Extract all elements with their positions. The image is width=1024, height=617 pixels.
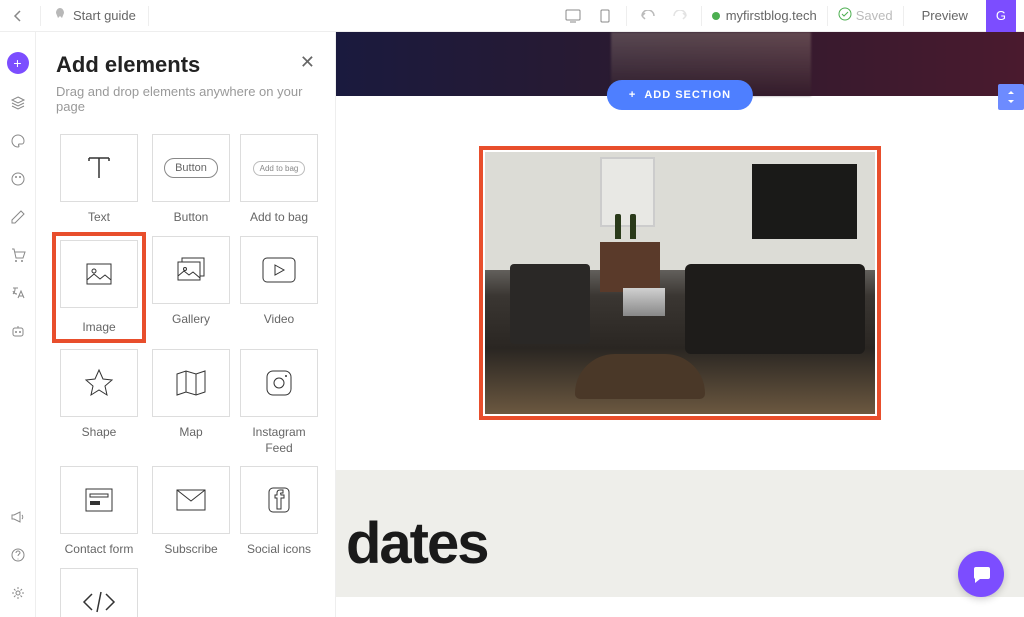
content-section[interactable] xyxy=(336,96,1024,450)
domain-text: myfirstblog.tech xyxy=(726,8,817,23)
start-guide-label: Start guide xyxy=(73,8,136,23)
chat-widget[interactable] xyxy=(958,551,1004,597)
add-elements-button[interactable]: + xyxy=(7,52,29,74)
undo-button[interactable] xyxy=(637,5,659,27)
element-button[interactable]: Button Button xyxy=(152,134,230,226)
dates-section[interactable]: dates SE xyxy=(336,470,1024,597)
element-label: Shape xyxy=(82,425,117,441)
plus-icon: + xyxy=(629,89,636,101)
text-icon xyxy=(81,150,117,186)
element-label: Map xyxy=(179,425,202,441)
check-icon xyxy=(838,7,852,24)
social-icon xyxy=(266,485,292,515)
saved-label: Saved xyxy=(856,8,893,23)
desktop-view-button[interactable] xyxy=(562,5,584,27)
element-map[interactable]: Map xyxy=(152,349,230,456)
element-label: Social icons xyxy=(247,542,311,558)
image-element-highlight[interactable] xyxy=(479,146,881,420)
button-preview: Button xyxy=(164,158,218,178)
element-label: Contact form xyxy=(65,542,134,558)
divider xyxy=(701,6,702,26)
publish-button[interactable]: G xyxy=(986,0,1016,32)
element-label: Button xyxy=(174,210,209,226)
rocket-icon xyxy=(53,7,67,24)
divider xyxy=(148,6,149,26)
embed-code-icon xyxy=(81,590,117,614)
edit-icon[interactable] xyxy=(9,208,27,226)
element-instagram[interactable]: Instagram Feed xyxy=(240,349,318,456)
page-reorder-button[interactable] xyxy=(998,84,1024,110)
close-button[interactable]: ✕ xyxy=(300,52,315,73)
element-label: Image xyxy=(82,320,115,336)
element-social-icons[interactable]: Social icons xyxy=(240,466,318,558)
element-subscribe[interactable]: Subscribe xyxy=(152,466,230,558)
element-label: Text xyxy=(88,210,110,226)
settings-icon[interactable] xyxy=(9,584,27,602)
preview-button[interactable]: Preview xyxy=(914,4,976,27)
video-icon xyxy=(261,256,297,284)
back-button[interactable] xyxy=(8,6,28,26)
element-image[interactable]: Image xyxy=(52,232,146,344)
element-label: Instagram Feed xyxy=(240,425,318,456)
add-section-button[interactable]: + ADD SECTION xyxy=(607,80,753,110)
layers-icon[interactable] xyxy=(9,94,27,112)
divider xyxy=(626,6,627,26)
divider xyxy=(827,6,828,26)
cart-icon[interactable] xyxy=(9,246,27,264)
room-image xyxy=(485,152,875,414)
saved-status: Saved xyxy=(838,7,893,24)
ai-icon[interactable] xyxy=(9,322,27,340)
instagram-icon xyxy=(264,368,294,398)
element-label: Gallery xyxy=(172,312,210,328)
translate-icon[interactable] xyxy=(9,284,27,302)
element-contact-form[interactable]: Contact form xyxy=(56,466,142,558)
element-video[interactable]: Video xyxy=(240,236,318,340)
contact-form-icon xyxy=(83,486,115,514)
element-label: Subscribe xyxy=(164,542,217,558)
map-icon xyxy=(174,368,208,398)
announce-icon[interactable] xyxy=(9,508,27,526)
image-icon xyxy=(83,258,115,290)
divider xyxy=(903,6,904,26)
divider xyxy=(40,6,41,26)
canvas[interactable]: + ADD SECTION dates SE xyxy=(336,32,1024,617)
element-shape[interactable]: Shape xyxy=(56,349,142,456)
status-dot-icon xyxy=(712,12,720,20)
element-label: Add to bag xyxy=(250,210,308,226)
panel-title: Add elements xyxy=(56,52,200,78)
dates-heading: dates xyxy=(336,510,1024,577)
element-gallery[interactable]: Gallery xyxy=(152,236,230,340)
element-text[interactable]: Text xyxy=(56,134,142,226)
add-section-label: ADD SECTION xyxy=(644,89,731,101)
addbag-preview: Add to bag xyxy=(253,161,306,176)
mobile-view-button[interactable] xyxy=(594,5,616,27)
panel-subtitle: Drag and drop elements anywhere on your … xyxy=(56,84,315,114)
theme-icon[interactable] xyxy=(9,170,27,188)
subscribe-icon xyxy=(175,488,207,512)
shape-icon xyxy=(83,367,115,399)
gallery-icon xyxy=(174,254,208,286)
domain-display[interactable]: myfirstblog.tech xyxy=(712,8,817,23)
sidebar: + xyxy=(0,32,36,617)
element-label: Video xyxy=(264,312,294,328)
redo-button[interactable] xyxy=(669,5,691,27)
add-elements-panel: Add elements ✕ Drag and drop elements an… xyxy=(36,32,336,617)
help-icon[interactable] xyxy=(9,546,27,564)
element-embed-code[interactable]: Embed code xyxy=(56,568,142,617)
palette-icon[interactable] xyxy=(9,132,27,150)
element-add-to-bag[interactable]: Add to bag Add to bag xyxy=(240,134,318,226)
chat-icon xyxy=(970,563,992,585)
start-guide-link[interactable]: Start guide xyxy=(53,7,136,24)
